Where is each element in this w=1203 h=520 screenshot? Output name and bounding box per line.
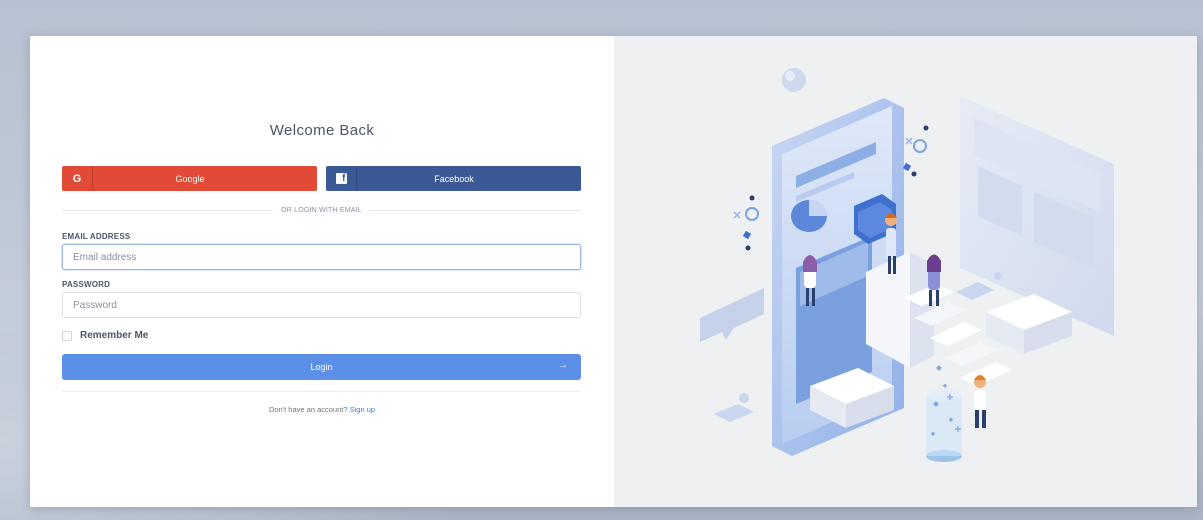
divider-line-left [62,209,274,211]
facebook-icon-wrapper: f [326,166,357,191]
signup-link[interactable]: Sign up [350,405,375,414]
login-button[interactable]: Login → [62,354,581,380]
page-title: Welcome Back [269,122,375,139]
or-divider: OR LOGIN WITH EMAIL [62,204,581,216]
password-label: PASSWORD [62,280,111,289]
email-field[interactable] [62,244,581,270]
google-login-button[interactable]: G Google [62,166,317,191]
google-icon: G [62,166,93,191]
signup-prompt: Don't have an account? Sign up [30,405,614,414]
footer-divider [62,391,581,392]
illustration-panel [614,36,1197,507]
facebook-button-label: Facebook [434,173,474,184]
facebook-icon: f [335,173,347,184]
remember-me-row: Remember Me [62,330,148,341]
login-button-label: Login [310,362,333,372]
remember-me-label[interactable]: Remember Me [80,330,148,341]
login-panel: Welcome Back G Google f Facebook OR LOGI… [30,36,614,507]
divider-text: OR LOGIN WITH EMAIL [281,206,362,214]
signup-prompt-text: Don't have an account? [268,405,348,414]
divider-line-right [369,209,581,211]
arrow-right-icon: → [558,360,568,371]
email-label: EMAIL ADDRESS [62,232,131,241]
isometric-mobile-app-illustration [700,68,1114,462]
remember-me-checkbox[interactable] [62,330,72,341]
google-button-label: Google [175,173,205,184]
login-card: Welcome Back G Google f Facebook OR LOGI… [30,36,1197,507]
facebook-login-button[interactable]: f Facebook [326,166,581,191]
password-field[interactable] [62,292,581,318]
